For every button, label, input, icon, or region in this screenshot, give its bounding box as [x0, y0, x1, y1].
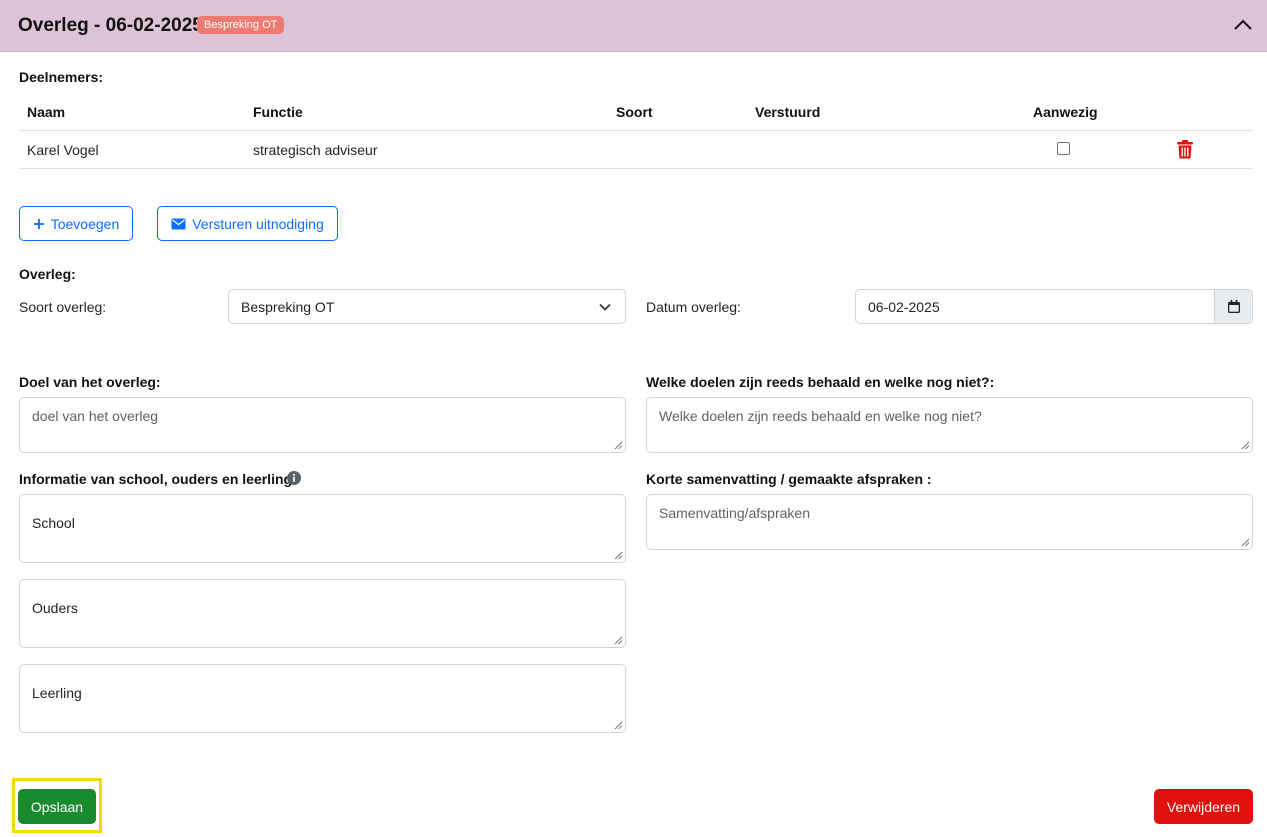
summary-placeholder: Samenvatting/afspraken	[659, 505, 810, 521]
chevron-up-icon[interactable]	[1232, 16, 1254, 34]
meeting-type-label: Soort overleg:	[19, 299, 107, 315]
chevron-down-icon	[599, 303, 611, 311]
column-header-naam: Naam	[27, 104, 66, 120]
meeting-section-label: Overleg:	[19, 266, 76, 282]
resize-grip-icon[interactable]	[612, 549, 623, 560]
calendar-icon	[1227, 300, 1240, 313]
meeting-type-value: Bespreking OT	[241, 299, 335, 315]
student-textarea[interactable]: Leerling	[19, 664, 626, 733]
add-participant-button[interactable]: Toevoegen	[19, 206, 133, 241]
parents-text: Ouders	[32, 600, 78, 616]
goal-textarea[interactable]: doel van het overleg	[19, 397, 626, 453]
meeting-date-value: 06-02-2025	[868, 299, 940, 315]
meeting-type-badge: Bespreking OT	[197, 16, 285, 34]
table-bottom-divider	[19, 168, 1253, 169]
parents-textarea[interactable]: Ouders	[19, 579, 626, 648]
column-header-soort: Soort	[616, 104, 653, 120]
column-header-verstuurd: Verstuurd	[755, 104, 821, 120]
goal-label: Doel van het overleg:	[19, 374, 161, 390]
send-invite-button[interactable]: Versturen uitnodiging	[157, 206, 338, 241]
participants-label: Deelnemers:	[19, 69, 104, 85]
participant-function: strategisch adviseur	[253, 142, 378, 158]
summary-textarea[interactable]: Samenvatting/afspraken	[646, 494, 1253, 550]
plus-icon	[33, 218, 44, 229]
envelope-icon	[171, 218, 186, 229]
meeting-date-label: Datum overleg:	[646, 299, 741, 315]
add-participant-label: Toevoegen	[50, 215, 120, 232]
column-header-aanwezig: Aanwezig	[1033, 104, 1098, 120]
info-section-label: Informatie van school, ouders en leerlin…	[19, 471, 293, 487]
achieved-goals-label: Welke doelen zijn reeds behaald en welke…	[646, 374, 995, 390]
achieved-goals-placeholder: Welke doelen zijn reeds behaald en welke…	[659, 408, 982, 424]
trash-icon[interactable]	[1176, 140, 1194, 159]
date-picker-button[interactable]	[1214, 289, 1253, 324]
info-icon[interactable]	[287, 471, 301, 485]
participant-name: Karel Vogel	[27, 142, 99, 158]
meeting-type-select[interactable]: Bespreking OT	[228, 289, 626, 324]
school-text: School	[32, 515, 75, 531]
student-text: Leerling	[32, 685, 82, 701]
resize-grip-icon[interactable]	[1239, 439, 1250, 450]
present-checkbox[interactable]	[1057, 142, 1070, 155]
resize-grip-icon[interactable]	[612, 439, 623, 450]
column-header-functie: Functie	[253, 104, 303, 120]
goal-placeholder: doel van het overleg	[32, 408, 159, 424]
meeting-header[interactable]: Overleg - 06-02-2025 Bespreking OT	[0, 0, 1267, 52]
save-button[interactable]: Opslaan	[18, 789, 96, 824]
resize-grip-icon[interactable]	[612, 719, 623, 730]
meeting-title: Overleg - 06-02-2025	[18, 15, 203, 36]
table-header-divider	[19, 130, 1253, 131]
send-invite-label: Versturen uitnodiging	[192, 215, 324, 232]
delete-button[interactable]: Verwijderen	[1154, 789, 1253, 824]
achieved-goals-textarea[interactable]: Welke doelen zijn reeds behaald en welke…	[646, 397, 1253, 453]
meeting-date-input[interactable]: 06-02-2025	[855, 289, 1215, 324]
summary-label: Korte samenvatting / gemaakte afspraken …	[646, 471, 932, 487]
resize-grip-icon[interactable]	[1239, 536, 1250, 547]
school-textarea[interactable]: School	[19, 494, 626, 563]
resize-grip-icon[interactable]	[612, 634, 623, 645]
